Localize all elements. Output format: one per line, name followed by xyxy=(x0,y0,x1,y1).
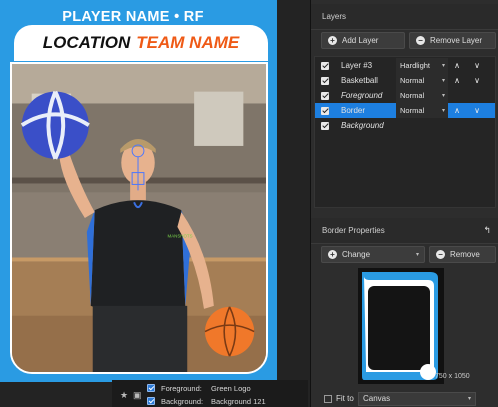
background-row[interactable]: Background: Background 121 xyxy=(147,395,266,407)
move-down-icon[interactable]: ∨ xyxy=(471,105,483,117)
add-layer-button[interactable]: + Add Layer xyxy=(321,32,405,49)
layer-visibility-checkbox[interactable] xyxy=(321,91,329,100)
blend-mode-select[interactable]: Normal xyxy=(396,73,448,88)
remove-layer-label: Remove Layer xyxy=(430,36,483,45)
layer-row-selected[interactable]: Border Normal ∧ ∨ xyxy=(315,103,495,118)
remove-layer-button[interactable]: − Remove Layer xyxy=(409,32,496,49)
blend-mode-select[interactable]: Hardlight xyxy=(396,58,448,73)
fit-row: Fit to Canvas xyxy=(311,390,498,407)
card-canvas[interactable]: PLAYER NAME • RF LOCATION TEAM NAME MANS… xyxy=(0,0,310,407)
location-text: LOCATION xyxy=(42,33,131,52)
layer-name: Border xyxy=(341,106,366,115)
foreground-checkbox[interactable] xyxy=(147,384,155,392)
add-layer-label: Add Layer xyxy=(342,36,379,45)
photo-frame: MANSHOTS xyxy=(10,62,268,374)
fit-to-label: Fit to xyxy=(336,394,354,403)
layer-row[interactable]: Foreground Normal xyxy=(315,88,495,103)
layer-row[interactable]: Background xyxy=(315,118,495,133)
fit-to-checkbox[interactable] xyxy=(324,394,332,403)
move-down-icon[interactable]: ∨ xyxy=(471,60,483,72)
background-value[interactable]: Background 121 xyxy=(211,397,266,406)
chevron-down-icon: ▾ xyxy=(415,252,419,258)
layers-header: Layers xyxy=(311,4,498,30)
team-banner: LOCATION TEAM NAME xyxy=(14,25,268,61)
reset-icon[interactable]: ↰ xyxy=(483,225,491,236)
foreground-label: Foreground: xyxy=(161,383,202,393)
minus-icon: − xyxy=(436,250,445,259)
move-down-icon[interactable]: ∨ xyxy=(471,75,483,87)
side-panel: Layers + Add Layer − Remove Layer Layer … xyxy=(310,0,498,407)
player-name-text: PLAYER NAME • RF xyxy=(62,9,204,25)
background-label: Background: xyxy=(161,396,204,406)
border-properties-header: Border Properties ↰ xyxy=(311,218,498,244)
move-up-icon[interactable]: ∧ xyxy=(451,75,463,87)
layers-title: Layers xyxy=(322,12,347,21)
trading-card[interactable]: PLAYER NAME • RF LOCATION TEAM NAME MANS… xyxy=(0,0,277,382)
remove-border-button[interactable]: − Remove xyxy=(429,246,496,263)
team-name-text: TEAM NAME xyxy=(136,33,240,52)
plus-icon: + xyxy=(328,250,337,259)
blend-mode-select[interactable]: Normal xyxy=(396,88,448,103)
shirt-logo: MANSHOTS xyxy=(168,234,193,239)
change-label: Change xyxy=(342,250,371,259)
layer-row[interactable]: Layer #3 Hardlight ∧ ∨ xyxy=(315,58,495,73)
plus-icon: + xyxy=(328,36,337,45)
foreground-row[interactable]: Foreground: Green Logo xyxy=(147,382,251,394)
border-properties-title: Border Properties xyxy=(322,226,385,235)
layer-visibility-checkbox[interactable] xyxy=(321,76,329,85)
background-checkbox[interactable] xyxy=(147,397,155,405)
layer-visibility-checkbox[interactable] xyxy=(321,61,329,70)
app-window: PLAYER NAME • RF LOCATION TEAM NAME MANS… xyxy=(0,0,498,407)
border-preview xyxy=(358,268,444,384)
move-up-icon[interactable]: ∧ xyxy=(451,105,463,117)
minus-icon: − xyxy=(416,36,425,45)
player-photo: MANSHOTS xyxy=(12,64,266,372)
layer-row[interactable]: Basketball Normal ∧ ∨ xyxy=(315,73,495,88)
image-icon[interactable]: ▣ xyxy=(133,390,143,400)
remove-label: Remove xyxy=(450,250,480,259)
layer-visibility-checkbox[interactable] xyxy=(321,106,329,115)
layer-visibility-checkbox[interactable] xyxy=(321,121,329,130)
layer-name: Layer #3 xyxy=(341,61,373,70)
fit-to-select[interactable]: Canvas xyxy=(358,391,476,406)
star-icon[interactable]: ★ xyxy=(120,390,130,400)
move-up-icon[interactable]: ∧ xyxy=(451,60,463,72)
border-dimensions: 750 x 1050 xyxy=(435,373,470,380)
change-border-button[interactable]: + Change ▾ xyxy=(321,246,425,263)
blend-mode-select[interactable]: Normal xyxy=(396,103,448,118)
layer-name: Foreground xyxy=(341,91,383,100)
foreground-value[interactable]: Green Logo xyxy=(211,384,251,393)
layer-name: Background xyxy=(341,121,384,130)
layer-name: Basketball xyxy=(341,76,378,85)
layers-list: Layer #3 Hardlight ∧ ∨ Basketball Normal… xyxy=(314,56,496,208)
